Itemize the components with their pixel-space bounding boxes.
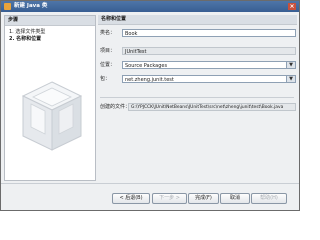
title-bar: 新建 Java 类 × <box>1 1 299 12</box>
divider <box>100 97 294 98</box>
package-label: 包： <box>100 76 111 82</box>
class-name-label: 类名： <box>100 30 116 36</box>
step-item: 1. 选择文件类型 <box>9 29 95 36</box>
chevron-down-icon[interactable]: ▼ <box>286 62 295 68</box>
package-row: 包： net.zheng.junit.test ▼ <box>100 75 296 84</box>
dialog-window: 新建 Java 类 × 步骤 1. 选择文件类型 2. 名称和位置 名称和位置 <box>0 0 300 211</box>
project-field: JUnitTest <box>122 47 296 55</box>
location-label: 位置： <box>100 62 116 68</box>
location-select[interactable]: Source Packages ▼ <box>122 61 296 69</box>
back-button[interactable]: < 后退(B) <box>112 193 150 204</box>
window-title: 新建 Java 类 <box>14 3 48 9</box>
location-row: 位置： Source Packages ▼ <box>100 61 296 70</box>
steps-list: 1. 选择文件类型 2. 名称和位置 <box>5 26 95 43</box>
project-label: 项目： <box>100 48 116 54</box>
location-value: Source Packages <box>125 63 168 69</box>
step-label: 选择文件类型 <box>15 29 46 35</box>
created-file-row: 创建的文件： G:\YPJCCK\JUnit\NetBeans\JUnitTes… <box>100 103 296 112</box>
step-label: 名称和位置 <box>16 36 42 42</box>
created-file-label: 创建的文件： <box>100 104 131 110</box>
chevron-down-icon[interactable]: ▼ <box>286 76 295 82</box>
java-icon <box>4 3 11 10</box>
wizard-cube-graphic <box>21 81 83 151</box>
button-bar: < 后退(B) 下一步 > 完成(F) 取消 帮助(H) <box>1 183 299 211</box>
package-value: net.zheng.junit.test <box>125 77 174 83</box>
panel-title: 名称和位置 <box>98 15 297 25</box>
help-button[interactable]: 帮助(H) <box>251 193 287 204</box>
step-item-current: 2. 名称和位置 <box>9 36 95 43</box>
finish-button[interactable]: 完成(F) <box>188 193 219 204</box>
cancel-button[interactable]: 取消 <box>220 193 250 204</box>
steps-panel: 步骤 1. 选择文件类型 2. 名称和位置 <box>4 15 96 181</box>
step-number: 1. <box>9 29 14 35</box>
created-file-field: G:\YPJCCK\JUnit\NetBeans\JUnitTest\src\n… <box>128 103 296 111</box>
package-combo[interactable]: net.zheng.junit.test ▼ <box>122 75 296 83</box>
next-button[interactable]: 下一步 > <box>152 193 187 204</box>
class-name-row: 类名： Book <box>100 29 296 38</box>
project-row: 项目： JUnitTest <box>100 47 296 56</box>
class-name-input[interactable]: Book <box>122 29 296 37</box>
close-icon[interactable]: × <box>288 3 296 10</box>
content-panel: 名称和位置 类名： Book 项目： JUnitTest 位置： Source … <box>98 15 297 179</box>
steps-header: 步骤 <box>5 16 95 26</box>
step-number: 2. <box>9 36 15 42</box>
